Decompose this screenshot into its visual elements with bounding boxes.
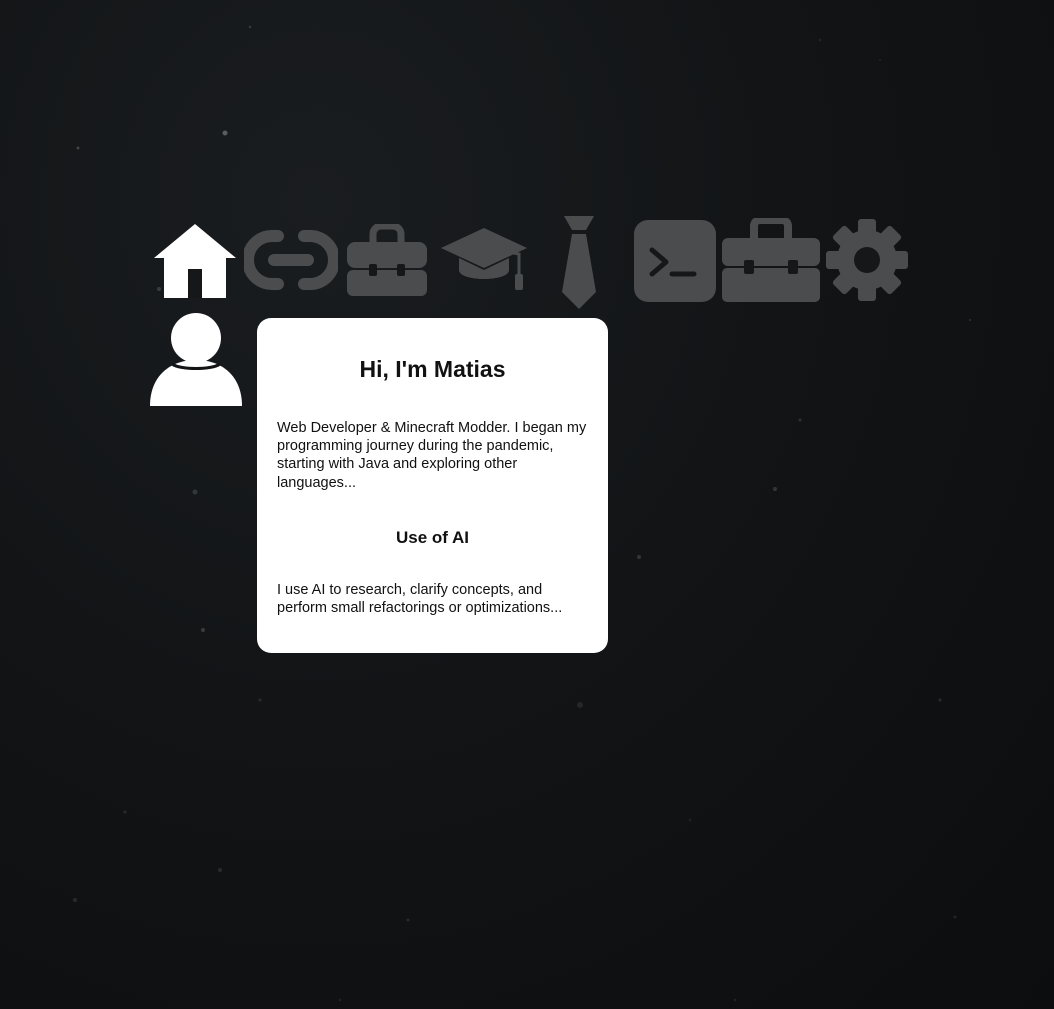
- link-icon[interactable]: [244, 228, 338, 292]
- ai-heading: Use of AI: [395, 528, 470, 547]
- ai-description-text: I use AI to research, clarify concepts, …: [277, 582, 563, 617]
- about-title: Hi, I'm Matias: [359, 356, 506, 382]
- icon-nav-bar: [150, 214, 910, 310]
- terminal-icon[interactable]: [634, 220, 716, 302]
- toolbox-icon[interactable]: [722, 218, 820, 302]
- gear-icon[interactable]: [826, 218, 908, 302]
- briefcase-icon[interactable]: [347, 224, 427, 298]
- about-intro-text: Web Developer & Minecraft Modder. I bega…: [277, 420, 587, 491]
- about-card: Hi, I'm Matias Web Developer & Minecraft…: [257, 318, 608, 653]
- tie-icon[interactable]: [558, 214, 600, 310]
- home-icon[interactable]: [154, 224, 236, 298]
- graduation-cap-icon[interactable]: [439, 226, 529, 292]
- user-icon: [148, 312, 244, 408]
